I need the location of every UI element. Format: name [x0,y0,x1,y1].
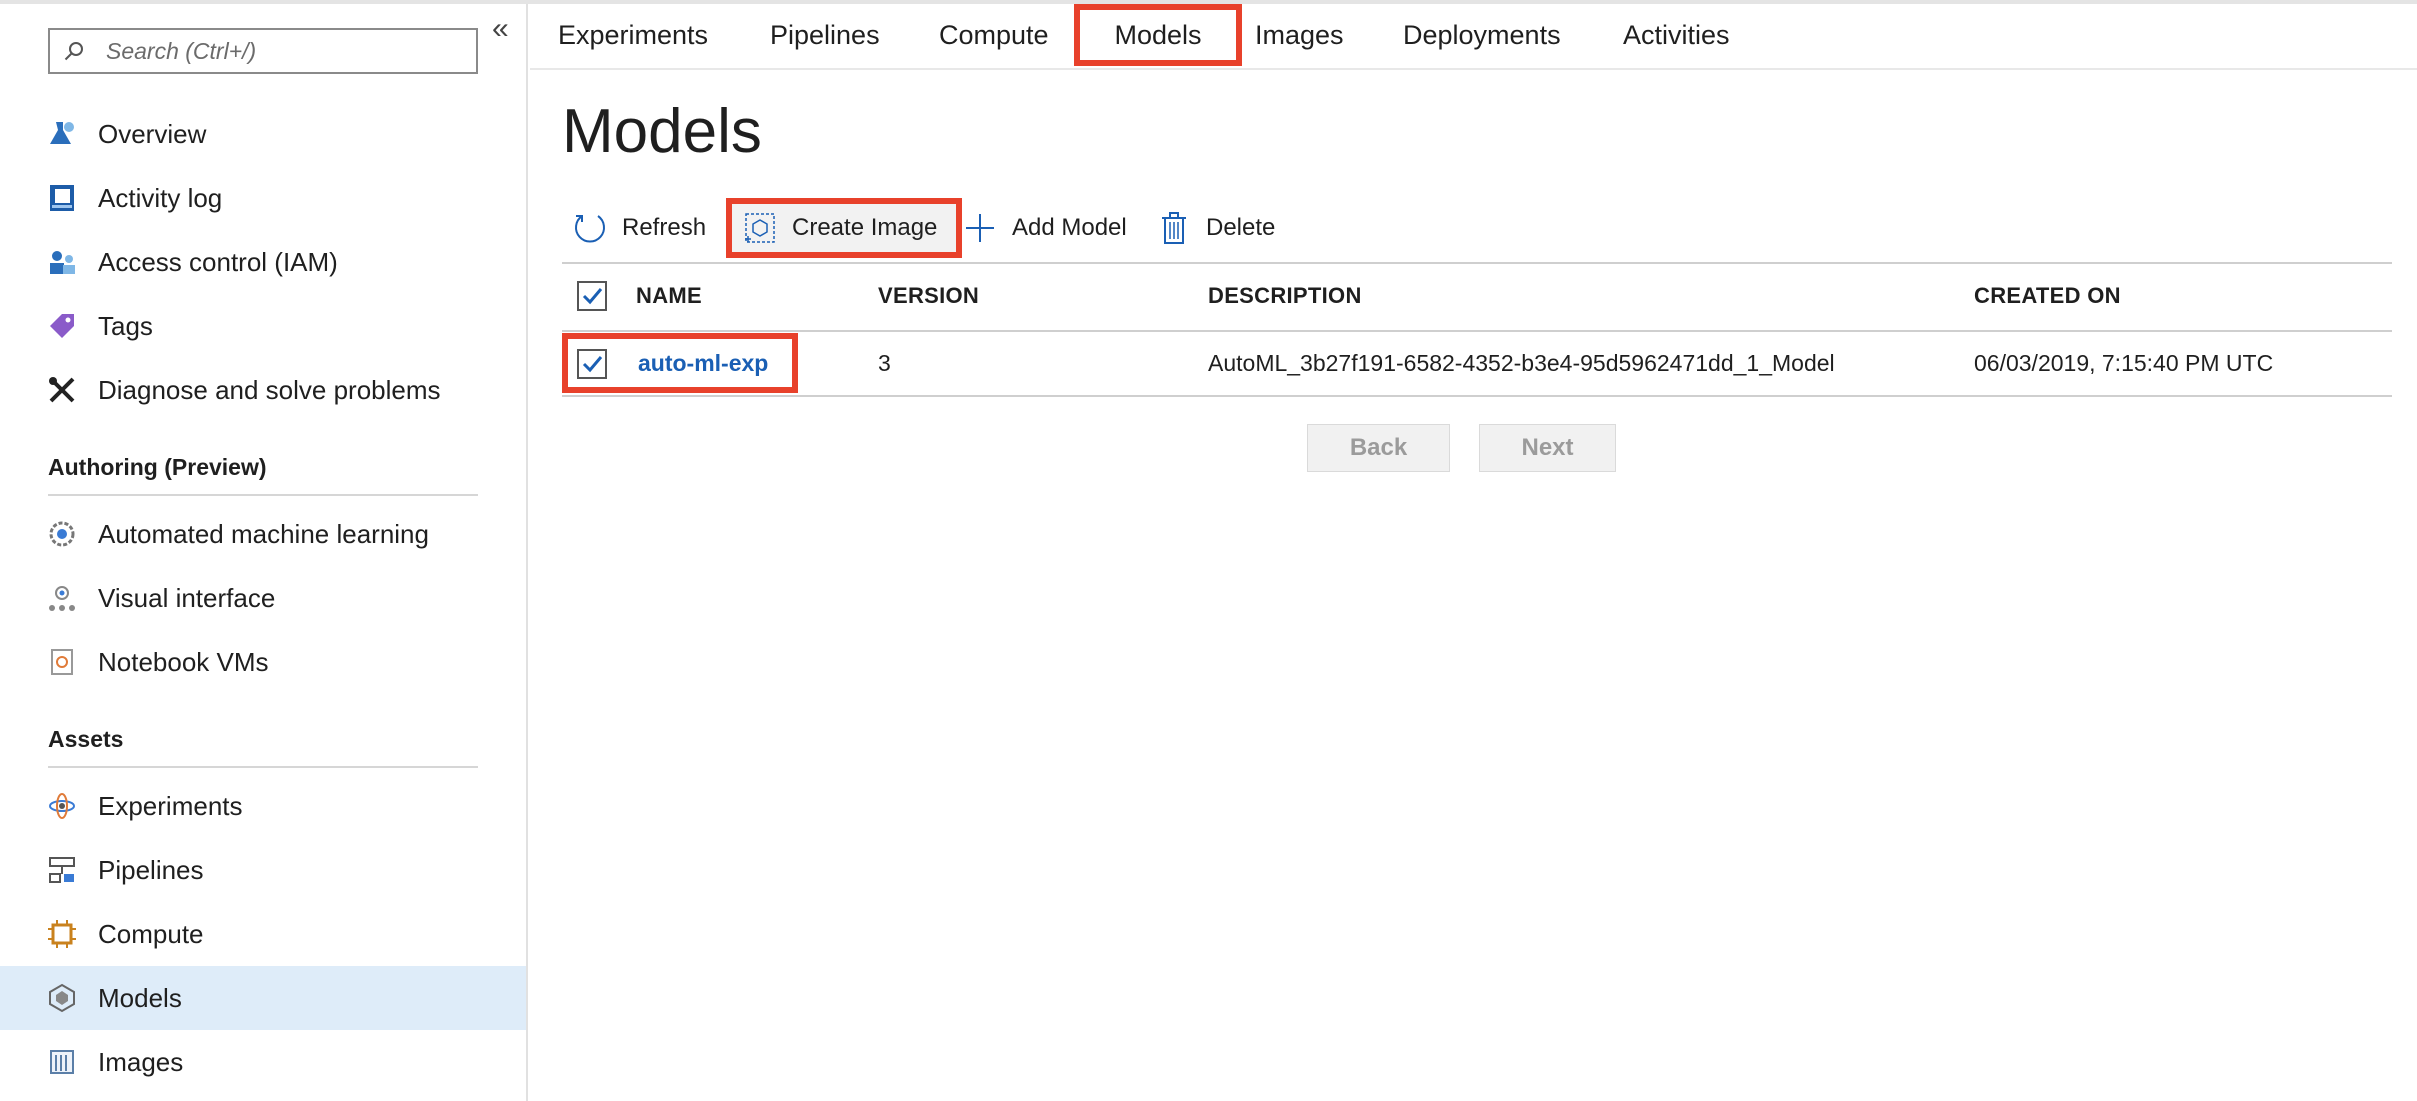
tab-images[interactable]: Images [1255,4,1344,66]
tag-icon [46,310,78,342]
tab-bar: Experiments Pipelines Compute Models Ima… [530,4,2417,70]
create-image-icon [742,210,778,246]
tab-deployments[interactable]: Deployments [1403,4,1561,66]
section-divider [48,494,478,496]
sidebar-item-access-control[interactable]: Access control (IAM) [0,230,526,294]
row-checkbox[interactable] [577,349,607,379]
sidebar: Search (Ctrl+/) « Overview Activity log … [0,4,528,1101]
section-divider [48,766,478,768]
trash-icon [1156,210,1192,246]
tab-activities[interactable]: Activities [1623,4,1730,66]
sidebar-item-diagnose[interactable]: Diagnose and solve problems [0,358,526,422]
experiments-icon [46,790,78,822]
sidebar-item-experiments[interactable]: Experiments [0,774,526,838]
wrench-icon [46,374,78,406]
activity-log-icon [46,182,78,214]
model-version: 3 [878,350,891,376]
sidebar-item-compute[interactable]: Compute [0,902,526,966]
search-icon [64,42,83,61]
checkmark-icon [582,288,603,305]
add-model-button[interactable]: Add Model [962,198,1127,258]
section-heading-authoring: Authoring (Preview) [48,454,478,496]
checkmark-icon [582,356,603,373]
pipelines-icon [46,854,78,886]
plus-icon [962,210,998,246]
select-all-checkbox[interactable] [577,281,607,311]
collapse-sidebar-icon[interactable]: « [492,14,509,44]
model-name-link[interactable]: auto-ml-exp [638,350,768,377]
refresh-icon [572,210,608,246]
sidebar-item-visual-interface[interactable]: Visual interface [0,566,526,630]
column-header-created-on[interactable]: CREATED ON [1974,283,2121,309]
back-button[interactable]: Back [1307,424,1450,472]
sidebar-item-overview[interactable]: Overview [0,102,526,166]
refresh-button[interactable]: Refresh [572,198,706,258]
tab-pipelines[interactable]: Pipelines [770,4,880,66]
column-header-version[interactable]: VERSION [878,283,979,309]
column-header-name[interactable]: NAME [636,283,702,309]
compute-icon [46,918,78,950]
model-description: AutoML_3b27f191-6582-4352-b3e4-95d596247… [1208,350,1835,376]
sidebar-item-activity-log[interactable]: Activity log [0,166,526,230]
table-top-border [562,262,2392,264]
section-heading-assets: Assets [48,726,478,768]
page-title: Models [562,97,762,166]
automl-icon [46,518,78,550]
model-created-on: 06/03/2019, 7:15:40 PM UTC [1974,350,2274,376]
column-header-description[interactable]: DESCRIPTION [1208,283,1362,309]
search-placeholder: Search (Ctrl+/) [106,37,257,64]
tab-experiments[interactable]: Experiments [558,4,708,66]
table-header-border [562,330,2392,332]
delete-button[interactable]: Delete [1156,198,1275,258]
sidebar-item-automl[interactable]: Automated machine learning [0,502,526,566]
visual-interface-icon [46,582,78,614]
tab-models[interactable]: Models [1074,4,1242,66]
create-image-button[interactable]: Create Image [726,198,962,258]
sidebar-item-images[interactable]: Images [0,1030,526,1094]
table-bottom-border [562,395,2392,397]
overview-icon [46,118,78,150]
images-icon [46,1046,78,1078]
notebook-icon [46,646,78,678]
search-box[interactable]: Search (Ctrl+/) [48,28,478,74]
next-button[interactable]: Next [1479,424,1616,472]
sidebar-item-pipelines[interactable]: Pipelines [0,838,526,902]
sidebar-item-notebook-vms[interactable]: Notebook VMs [0,630,526,694]
models-icon [46,982,78,1014]
tab-compute[interactable]: Compute [939,4,1049,66]
sidebar-item-models[interactable]: Models [0,966,526,1030]
access-control-icon [46,246,78,278]
sidebar-item-tags[interactable]: Tags [0,294,526,358]
